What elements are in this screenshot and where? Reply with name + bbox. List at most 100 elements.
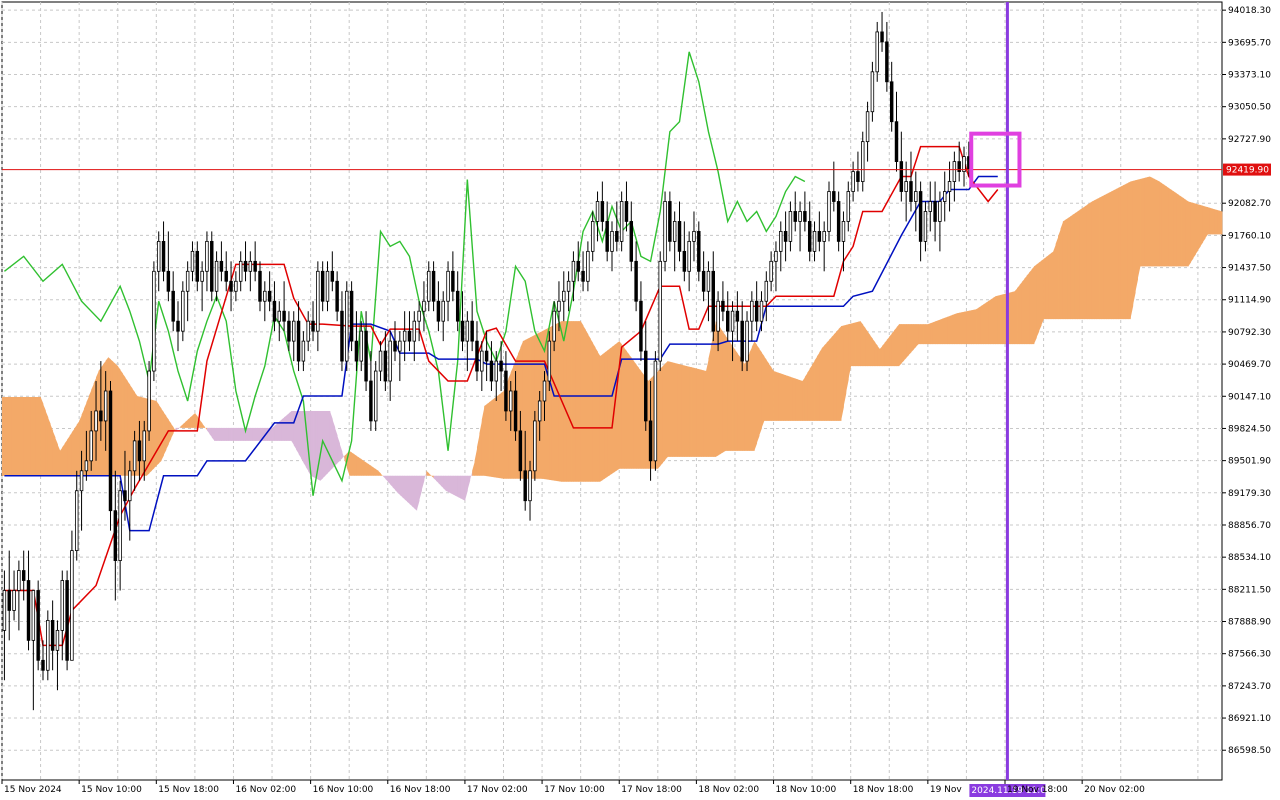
cloud-segment [69, 432, 73, 476]
cloud-segment [402, 475, 406, 500]
cloud-segment [954, 313, 958, 345]
candle-body [899, 161, 904, 192]
cloud-segment [327, 410, 331, 474]
cloud-segment [1195, 203, 1199, 255]
cloud-segment [720, 328, 724, 454]
candle-body [460, 320, 465, 342]
time-tick-label: 17 Nov 18:00 [621, 785, 682, 795]
cloud-segment [995, 295, 999, 345]
candle-body [875, 31, 879, 73]
cloud-segment [597, 351, 601, 482]
cloud-segment [792, 377, 796, 421]
cloud-segment [742, 360, 746, 451]
candle-body [330, 270, 335, 282]
candle-body [267, 290, 272, 302]
cloud-segment [679, 364, 683, 457]
candle-body [272, 300, 277, 322]
cloud-segment [112, 361, 116, 476]
cloud-segment [397, 475, 401, 495]
cloud-segment [55, 437, 58, 476]
cloud-segment [1043, 256, 1047, 320]
candle-body [402, 330, 407, 342]
cloud-segment [604, 350, 608, 479]
cloud-segment [1159, 181, 1163, 267]
candle-body [566, 280, 571, 292]
cloud-segment [877, 345, 881, 367]
cloud-segment [744, 358, 748, 451]
cloud-segment [1147, 176, 1151, 267]
cloud-segment [640, 371, 644, 469]
cloud-segment [1096, 197, 1100, 320]
cloud-segment [862, 324, 866, 367]
candle-body [407, 330, 412, 342]
time-tick-label: 18 Nov 02:00 [698, 785, 759, 795]
cloud-segment [937, 319, 941, 345]
time-tick-label: 18 Nov 10:00 [776, 785, 837, 795]
cloud-segment [968, 310, 972, 345]
candle-body [528, 470, 532, 502]
cloud-segment [804, 372, 808, 421]
candle-body [431, 270, 436, 302]
cloud-segment [460, 475, 463, 500]
cloud-segment [450, 475, 454, 495]
candle-body [320, 270, 325, 302]
candle-body [166, 270, 171, 292]
candle-body [537, 400, 542, 422]
candle-body [542, 380, 547, 402]
candle-body [99, 410, 103, 422]
cloud-segment [1053, 243, 1057, 320]
candle-body [65, 580, 69, 661]
candle-body [243, 260, 248, 272]
cloud-segment [1173, 191, 1177, 267]
candle-body [827, 191, 831, 232]
cloud-segment [216, 427, 220, 441]
cloud-segment [274, 423, 278, 441]
cloud-segment [978, 305, 982, 345]
cloud-segment [951, 314, 955, 345]
cloud-segment [828, 337, 832, 421]
candle-body [17, 570, 21, 591]
candle-body [653, 360, 658, 462]
cloud-segment [923, 324, 926, 345]
cloud-segment [602, 352, 606, 481]
cloud-segment [226, 427, 230, 441]
price-tick-label: 88211.50 [1228, 585, 1271, 595]
cloud-segment [192, 412, 196, 428]
cloud-segment [1152, 177, 1155, 267]
candle-body [504, 370, 508, 412]
candle-body [287, 320, 291, 342]
cloud-segment [404, 475, 408, 502]
price-tick-label: 87888.90 [1228, 618, 1271, 628]
cloud-segment [966, 310, 970, 345]
price-tick-label: 89824.50 [1228, 424, 1271, 434]
candle-body [123, 490, 127, 502]
candle-body [489, 360, 494, 382]
candle-body [885, 41, 889, 83]
cloud-segment [484, 404, 488, 477]
candle-body [624, 201, 629, 222]
candle-body [788, 211, 793, 242]
cloud-segment [790, 376, 794, 421]
cloud-segment [797, 379, 801, 421]
cloud-segment [366, 462, 369, 476]
cloud-segment [636, 364, 639, 469]
cloud-segment [1118, 186, 1122, 320]
candle-body [692, 231, 696, 242]
cloud-segment [855, 321, 859, 367]
candle-body [518, 430, 523, 472]
candle-body [147, 370, 151, 432]
cloud-segment [778, 372, 782, 421]
cloud-segment [691, 367, 695, 457]
cloud-segment [221, 427, 225, 441]
time-tick-label: 15 Nov 10:00 [81, 785, 142, 795]
candle-body [634, 260, 638, 302]
candle-body [499, 360, 503, 372]
cloud-segment [910, 324, 914, 353]
cloud-segment [363, 460, 367, 476]
candle-body [774, 250, 778, 262]
candle-body [142, 430, 146, 462]
cloud-segment [935, 320, 938, 345]
candle-body [600, 201, 605, 222]
cloud-segment [1130, 180, 1134, 320]
candle-body [427, 270, 431, 302]
